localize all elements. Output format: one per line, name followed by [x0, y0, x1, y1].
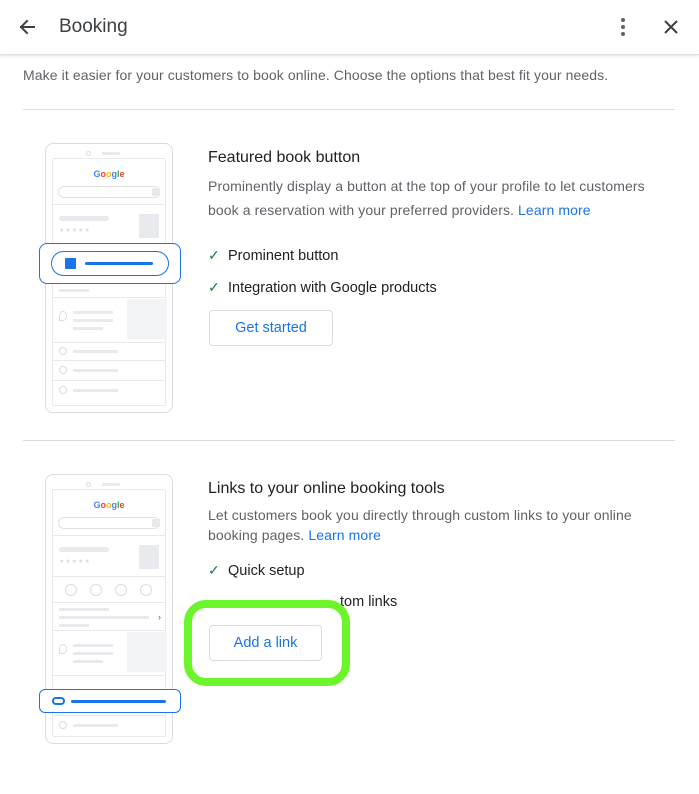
close-icon: [664, 20, 678, 34]
check-icon: ✓: [208, 562, 220, 578]
feature-item: ✓ Quick setup: [208, 562, 305, 579]
more-vert-icon: [621, 18, 625, 36]
feature-item: ✓ Prominent button: [208, 247, 339, 264]
section-description: Prominently display a button at the top …: [208, 178, 645, 218]
google-logo: Google: [93, 169, 125, 179]
feature-item: ✓ Integration with Google products: [208, 279, 437, 296]
get-started-button[interactable]: Get started: [209, 310, 333, 346]
section-title: Featured book button: [208, 149, 361, 166]
page-title: Booking: [59, 16, 128, 37]
section-title: Links to your online booking tools: [208, 480, 445, 497]
arrow-back-icon: [19, 19, 35, 35]
section-description: Let customers book you directly through …: [208, 507, 632, 543]
google-logo: Google: [93, 500, 125, 510]
check-icon: ✓: [208, 247, 220, 263]
calendar-icon: [65, 258, 76, 269]
featured-book-button-illustration: [39, 243, 181, 284]
link-icon: [52, 697, 65, 705]
feature-item: tom links: [340, 594, 398, 610]
learn-more-link[interactable]: Learn more: [518, 202, 591, 218]
add-link-button[interactable]: Add a link: [209, 625, 322, 661]
booking-link-illustration: [39, 689, 181, 713]
close-button[interactable]: [656, 12, 686, 42]
intro-text: Make it easier for your customers to boo…: [23, 67, 609, 83]
learn-more-link[interactable]: Learn more: [308, 527, 381, 543]
divider: [23, 440, 675, 441]
top-app-bar: Booking: [0, 0, 699, 55]
back-button[interactable]: [12, 12, 42, 42]
divider: [23, 109, 675, 110]
check-icon: ✓: [208, 279, 220, 295]
more-options-button[interactable]: [608, 12, 638, 42]
